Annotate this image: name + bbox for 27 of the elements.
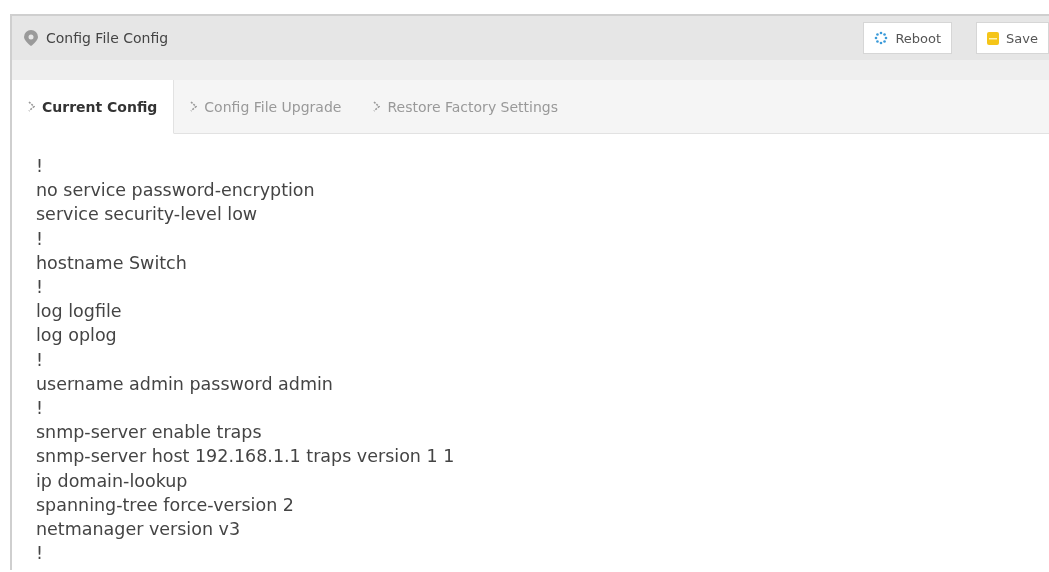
config-line: service security-level low xyxy=(36,203,259,227)
config-line: log oplog xyxy=(36,324,118,348)
spinner-icon xyxy=(874,31,889,45)
config-line: ! xyxy=(36,348,44,372)
chevron-icon xyxy=(190,101,198,112)
config-line: log logfile xyxy=(36,300,123,324)
location-pin-icon xyxy=(24,30,38,46)
config-line: snmp-server host 192.168.1.1 traps version 1 1 xyxy=(36,445,456,469)
save-icon xyxy=(987,31,1000,45)
config-line: no service password-encryption xyxy=(36,179,316,203)
config-line: hostname Switch xyxy=(36,251,188,275)
config-line: ip domain-lookup xyxy=(36,469,189,493)
tab[interactable]: Current Config xyxy=(12,80,175,134)
chevron-icon xyxy=(373,101,381,112)
chevron-icon xyxy=(28,101,35,112)
config-line: spanning-tree force-version 2 xyxy=(36,493,295,517)
panel-title: Config File Config xyxy=(46,30,169,46)
config-line: netmanager version v3 xyxy=(36,518,242,542)
config-line: ! xyxy=(36,227,44,251)
config-line: snmp-server enable traps xyxy=(36,421,263,445)
config-line: username admin password admin xyxy=(36,372,334,396)
config-line: ! xyxy=(36,276,44,299)
save-button[interactable]: Save xyxy=(976,22,1049,54)
reboot-button[interactable]: Reboot xyxy=(863,22,953,54)
config-line: ! xyxy=(36,397,44,421)
config-line: ! xyxy=(36,542,44,566)
config-line: ! xyxy=(36,155,44,178)
